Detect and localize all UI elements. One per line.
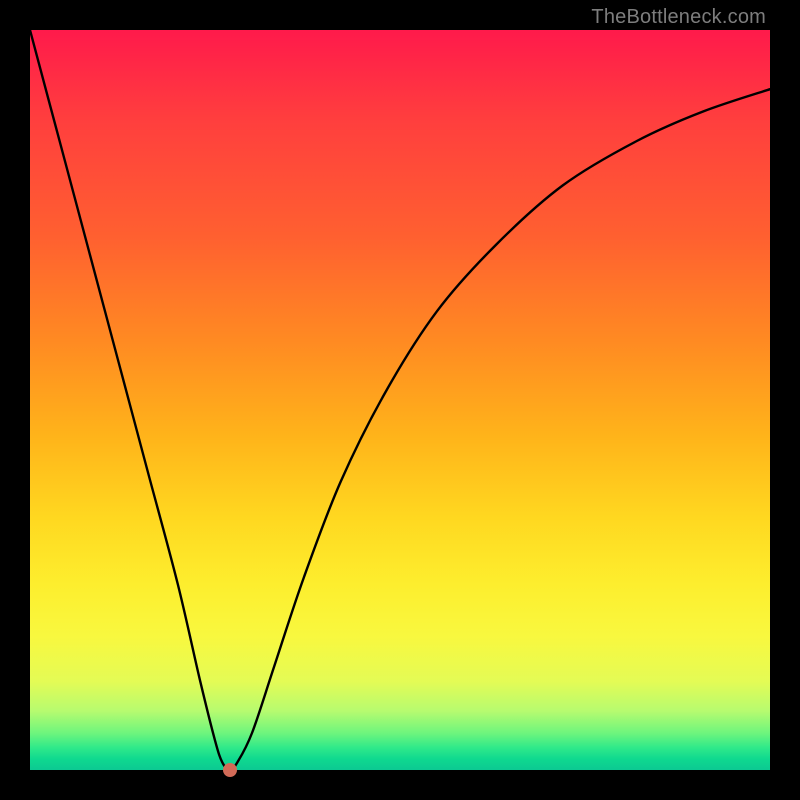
bottleneck-curve [30, 30, 770, 770]
plot-area [30, 30, 770, 770]
minimum-marker [223, 763, 237, 777]
chart-frame: TheBottleneck.com [0, 0, 800, 800]
curve-path [30, 30, 770, 770]
watermark-text: TheBottleneck.com [591, 6, 766, 29]
